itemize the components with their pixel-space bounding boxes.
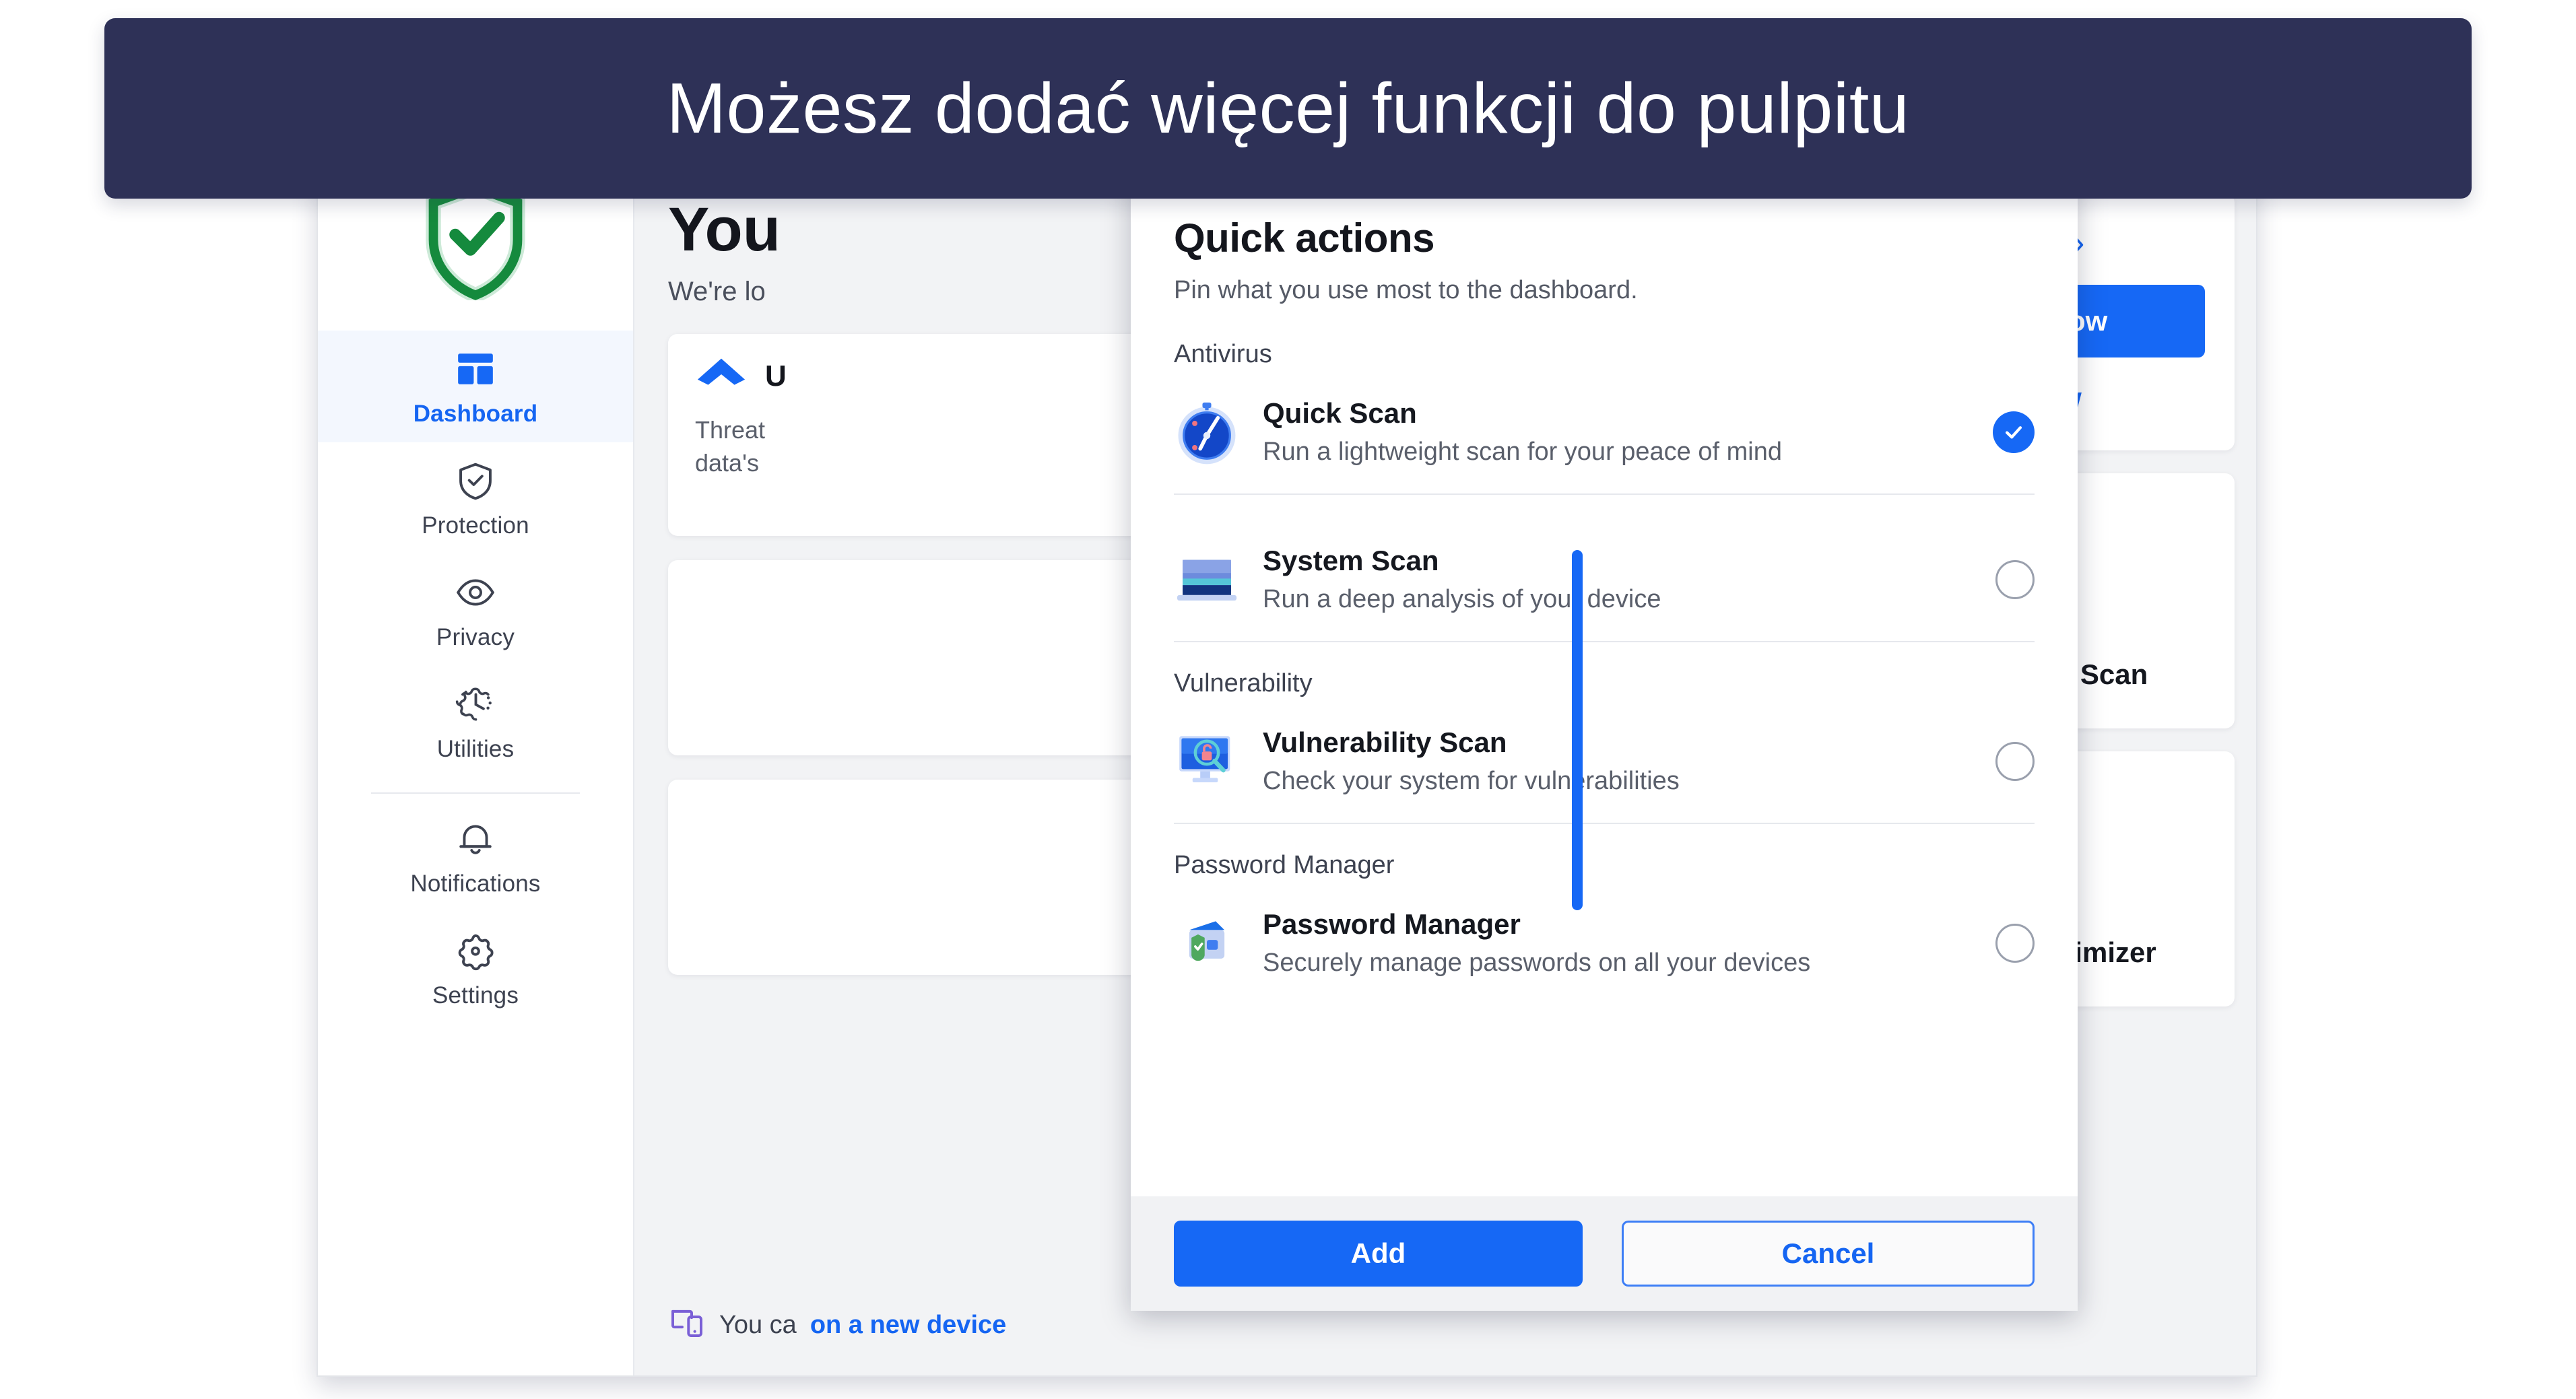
sidebar-item-dashboard[interactable]: Dashboard [318,331,633,442]
sidebar-item-settings[interactable]: Settings [318,912,633,1024]
footer-link[interactable]: on a new device [810,1311,1006,1340]
laptop-icon [1174,547,1240,613]
radio-selected-quick-scan[interactable] [1993,411,2035,453]
divider [1174,823,2035,824]
footer-text: You ca [719,1310,797,1339]
monitor-lock-magnifier-icon [1174,728,1240,794]
group-label-antivirus: Antivirus [1174,340,1272,368]
cancel-button[interactable]: Cancel [1622,1221,2035,1287]
annotation-banner-text: Możesz dodać więcej funkcji do pulpitu [666,68,1910,148]
sidebar: Dashboard Protection Privacy Utilities N… [318,173,634,1375]
dialog-scroll-area[interactable]: Antivirus Quick Scan Run a lightweight s… [1131,305,2078,1196]
sidebar-item-label: Dashboard [413,401,538,427]
sidebar-item-protection[interactable]: Protection [318,442,633,554]
gear-icon [455,930,496,971]
wallet-shield-icon [1174,910,1240,976]
shield-check-icon [455,460,496,502]
option-text: Password Manager Securely manage passwor… [1263,908,1973,978]
sidebar-item-label: Utilities [436,736,515,762]
option-text: Vulnerability Scan Check your system for… [1263,726,1973,796]
divider [1174,493,2035,495]
eye-icon [455,572,496,613]
option-system-scan[interactable]: System Scan Run a deep analysis of your … [1174,522,2035,637]
sidebar-item-label: Settings [432,982,519,1009]
sidebar-item-label: Notifications [410,871,541,897]
quick-actions-dialog: Quick actions Pin what you use most to t… [1131,173,2078,1311]
radio-vulnerability-scan[interactable] [1995,741,2035,781]
gear-clock-icon [455,683,496,725]
sidebar-item-notifications[interactable]: Notifications [318,800,633,912]
option-quick-scan[interactable]: Quick Scan Run a lightweight scan for yo… [1174,374,2035,489]
option-description: Securely manage passwords on all your de… [1263,949,1811,977]
bell-icon [455,818,496,860]
option-name: Vulnerability Scan [1263,726,1507,758]
dialog-footer: Add Cancel [1131,1196,2078,1311]
dialog-scrollbar[interactable] [1572,550,1583,910]
sidebar-divider [371,792,580,794]
stopwatch-icon [1174,399,1240,465]
option-description: Check your system for vulnerabilities [1263,767,1680,795]
dialog-subtitle: Pin what you use most to the dashboard. [1174,276,1638,304]
brand-shield-logo [425,179,526,304]
option-vulnerability-scan[interactable]: Vulnerability Scan Check your system for… [1174,704,2035,819]
annotation-banner: Możesz dodać więcej funkcji do pulpitu [104,18,2472,199]
dashboard-grid-icon [455,348,496,390]
option-description: Run a deep analysis of your device [1263,585,1661,613]
option-name: Password Manager [1263,908,1521,940]
option-text: System Scan Run a deep analysis of your … [1263,545,1973,614]
option-text: Quick Scan Run a lightweight scan for yo… [1263,397,1970,467]
sidebar-item-label: Protection [422,512,529,539]
option-password-manager[interactable]: Password Manager Securely manage passwor… [1174,885,2035,1000]
radio-system-scan[interactable] [1995,559,2035,599]
group-label-password-manager: Password Manager [1174,851,1395,879]
divider [1174,641,2035,642]
card-title: U [765,359,787,393]
app-window: Dashboard Protection Privacy Utilities N… [317,172,2257,1377]
option-description: Run a lightweight scan for your peace of… [1263,438,1782,466]
group-label-vulnerability: Vulnerability [1174,669,1313,697]
dialog-title: Quick actions [1174,215,1434,261]
sidebar-item-privacy[interactable]: Privacy [318,554,633,666]
content-area: You We're lo U Threat data's › Scan Opti… [634,173,2256,1375]
devices-icon [668,1303,706,1347]
chevron-up-badge-icon [695,355,748,397]
radio-password-manager[interactable] [1995,923,2035,963]
sidebar-item-label: Privacy [436,624,515,650]
add-button[interactable]: Add [1174,1221,1583,1287]
sidebar-item-utilities[interactable]: Utilities [318,666,633,778]
option-name: Quick Scan [1263,397,1417,429]
option-name: System Scan [1263,545,1439,576]
